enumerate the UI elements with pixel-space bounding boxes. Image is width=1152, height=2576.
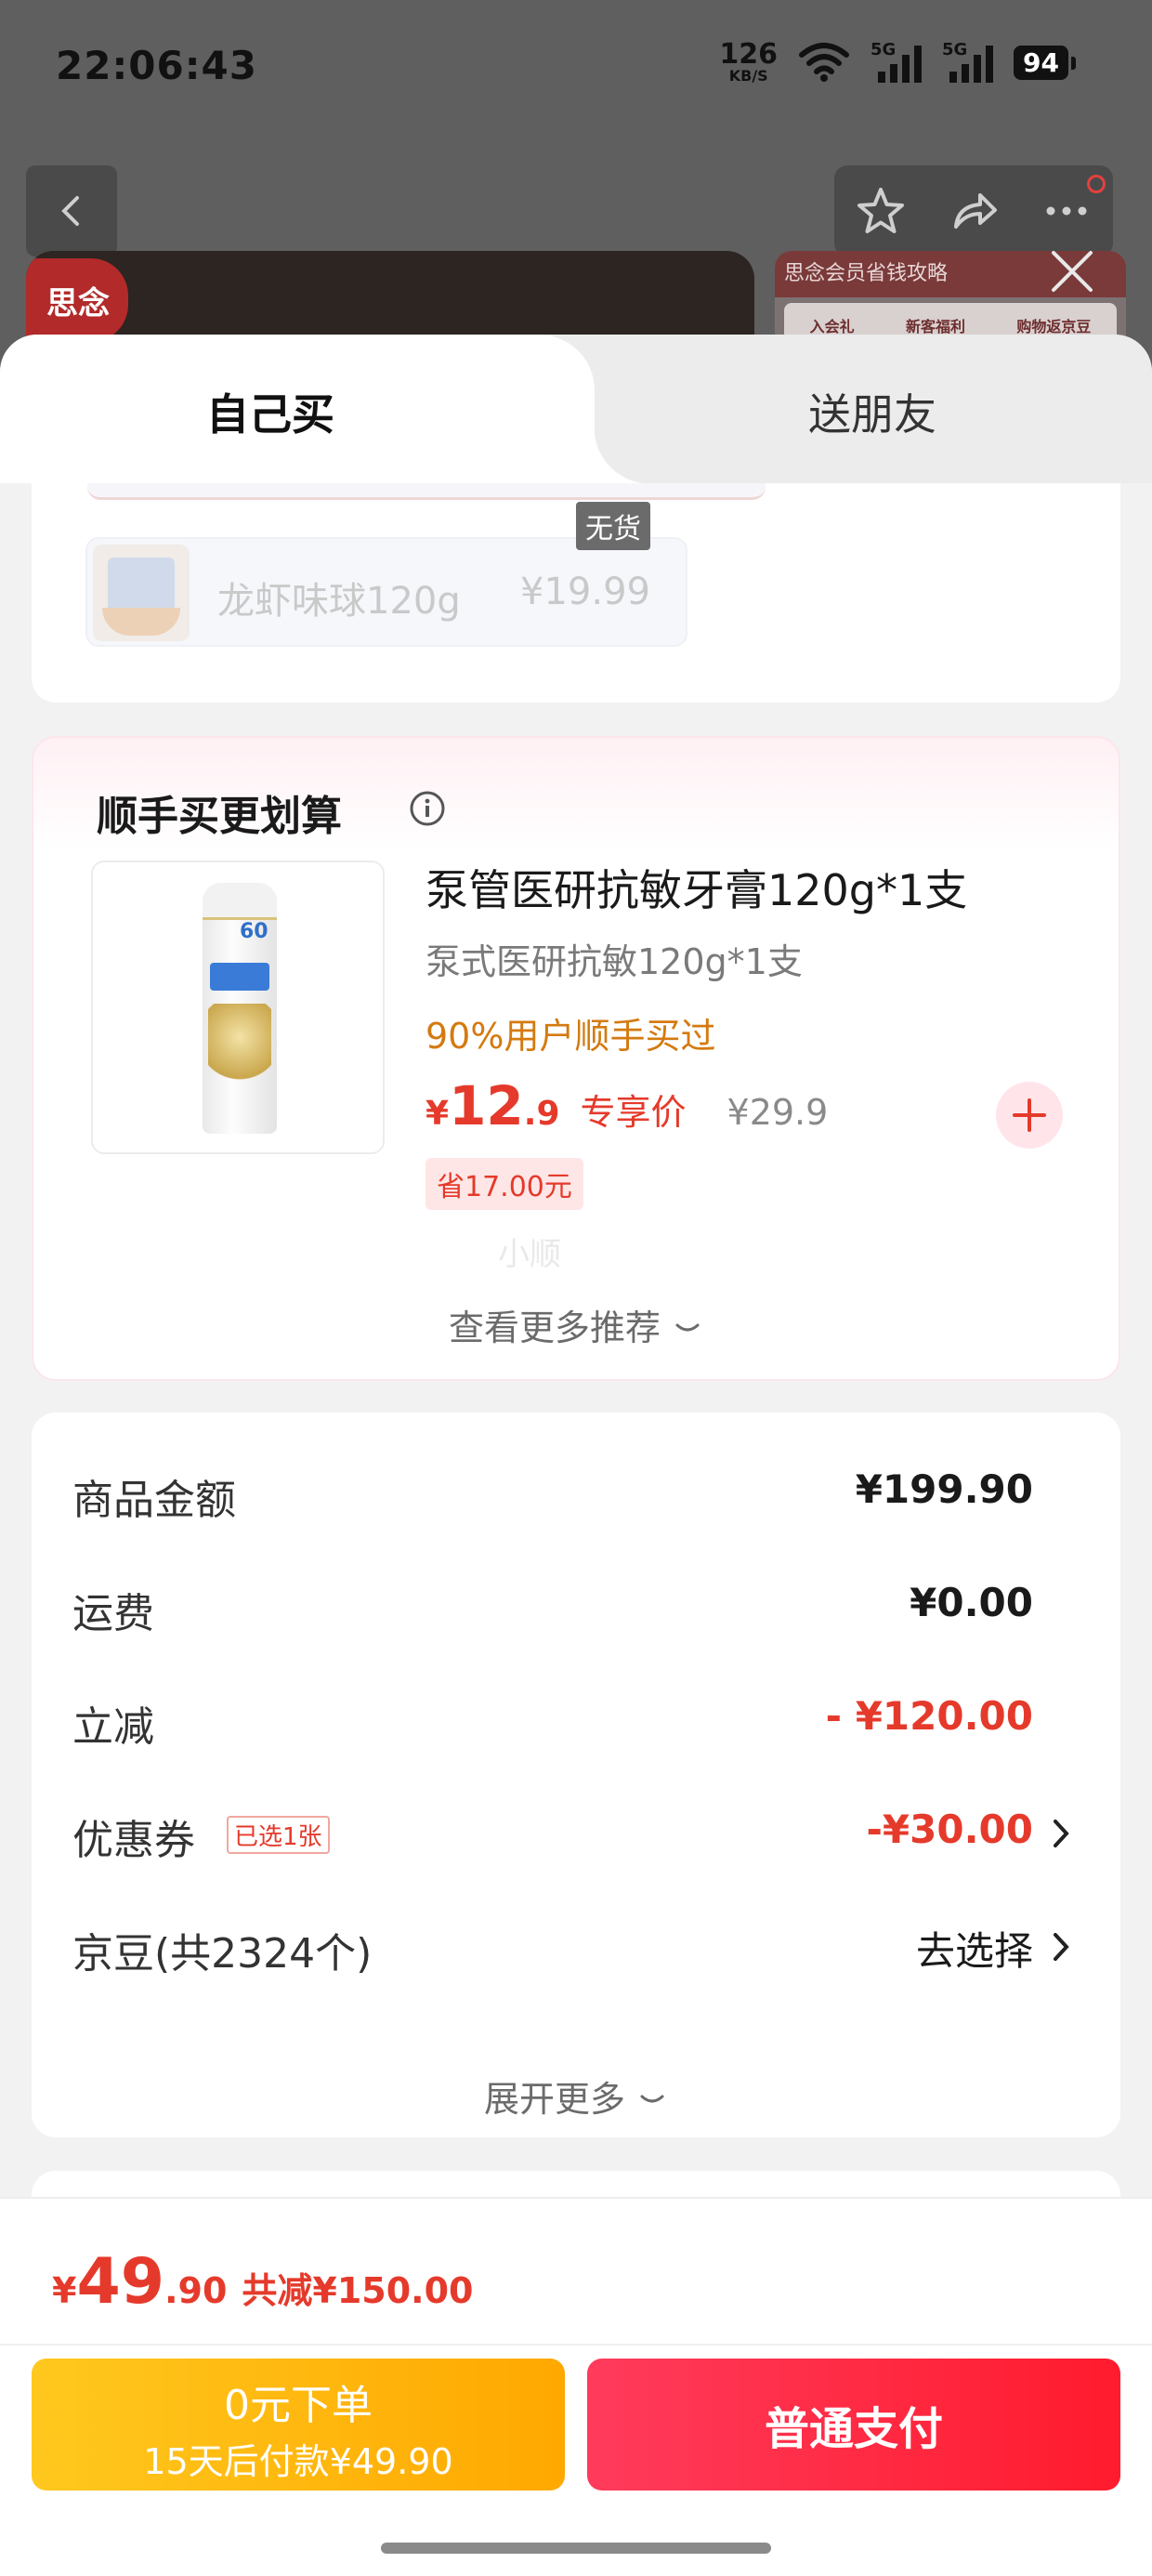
pay-later-button[interactable]: 0元下单 15天后付款¥49.90 (32, 2359, 565, 2491)
tab-buy-self-label: 自己买 (206, 389, 334, 440)
chevron-down-icon (640, 2095, 664, 2103)
list-item (87, 483, 766, 500)
cellular-signal-icon: 5G (871, 40, 923, 83)
exclusive-price-tag: 专享价 (580, 1092, 687, 1133)
summary-row-instant-discount: 立减 - ¥120.00 (72, 1693, 1033, 1751)
gift-name: 龙虾味球120g (217, 580, 461, 623)
chevron-right-icon (1054, 1820, 1069, 1847)
brand-logo: 思念 (26, 258, 128, 342)
tab-send-friend-label: 送朋友 (808, 389, 936, 440)
total-reduction: 共减¥150.00 (242, 2270, 474, 2311)
product-spec: 泵式医研抗敏120g*1支 (425, 941, 803, 982)
out-of-stock-badge: 无货 (576, 502, 650, 550)
chevron-left-icon (61, 196, 79, 226)
wifi-icon (799, 43, 850, 82)
chevron-right-icon (1054, 1933, 1069, 1961)
background-page: 22:06:43 126 KB/S 5G 5G 94 思念 思念会员省钱攻略 入… (0, 0, 1152, 372)
coupon-selected-badge: 已选1张 (227, 1816, 330, 1854)
summary-row-subtotal: 商品金额 ¥199.90 (72, 1466, 1033, 1524)
close-icon[interactable] (1044, 243, 1100, 299)
addon-title: 顺手买更划算 (97, 793, 342, 840)
gift-thumbnail (93, 545, 190, 641)
share-icon[interactable] (945, 182, 1002, 240)
savings-badge: 省17.00元 (425, 1158, 583, 1210)
original-price: ¥29.9 (727, 1092, 829, 1133)
watermark-text: 小顺 (498, 1236, 561, 1273)
battery-icon: 94 (1014, 45, 1076, 80)
home-indicator[interactable] (381, 2543, 771, 2554)
add-to-order-button[interactable] (996, 1082, 1063, 1149)
info-icon[interactable] (409, 790, 446, 827)
notification-dot (1087, 175, 1106, 193)
purchase-tabs: 自己买 送朋友 (0, 335, 1152, 483)
product-price: ¥ 12 .9 专享价 ¥29.9 (425, 1074, 829, 1137)
chevron-down-icon (675, 1323, 700, 1332)
status-bar: 22:06:43 126 KB/S 5G 5G 94 (0, 0, 1152, 139)
price-summary-card: 商品金额 ¥199.90 运费 ¥0.00 立减 - ¥120.00 优惠券 已… (32, 1413, 1120, 2137)
gift-price: ¥19.99 (520, 571, 650, 613)
checkout-bar: ¥ 49 .90 共减¥150.00 0元下单 15天后付款¥49.90 普通支… (0, 2197, 1152, 2576)
social-proof-tip: 90%用户顺手买过 (425, 1016, 716, 1057)
product-image[interactable]: 60 (91, 861, 385, 1154)
addon-recommendation-card: 顺手买更划算 60 泵管医研抗敏牙膏120g*1支 泵式医研抗敏120g*1支 … (32, 736, 1120, 1381)
summary-row-coupon[interactable]: 优惠券 已选1张 -¥30.00 (72, 1801, 1080, 1866)
pay-now-button[interactable]: 普通支付 (587, 2359, 1120, 2491)
divider (0, 2344, 1152, 2346)
cellular-signal-icon: 5G (942, 40, 994, 83)
star-icon[interactable] (852, 182, 910, 240)
product-name[interactable]: 泵管医研抗敏牙膏120g*1支 (425, 857, 967, 918)
order-total: ¥ 49 .90 共减¥150.00 (52, 2245, 474, 2319)
toothpaste-image: 60 (203, 883, 277, 1134)
clock: 22:06:43 (56, 43, 257, 88)
summary-row-shipping: 运费 ¥0.00 (72, 1580, 1033, 1637)
gift-item[interactable]: 龙虾味球120g ¥19.99 (85, 537, 687, 647)
back-button[interactable] (26, 165, 117, 256)
expand-more-button[interactable]: 展开更多 (32, 2070, 1120, 2122)
see-more-recommendations[interactable]: 查看更多推荐 (33, 1299, 1119, 1350)
more-icon[interactable] (1038, 182, 1095, 240)
network-speed: 126 KB/S (719, 38, 779, 85)
plus-icon (1013, 1098, 1046, 1132)
status-icons: 126 KB/S 5G 5G 94 (719, 38, 1076, 85)
summary-row-jd-beans[interactable]: 京豆(共2324个) 去选择 (72, 1914, 1080, 1979)
